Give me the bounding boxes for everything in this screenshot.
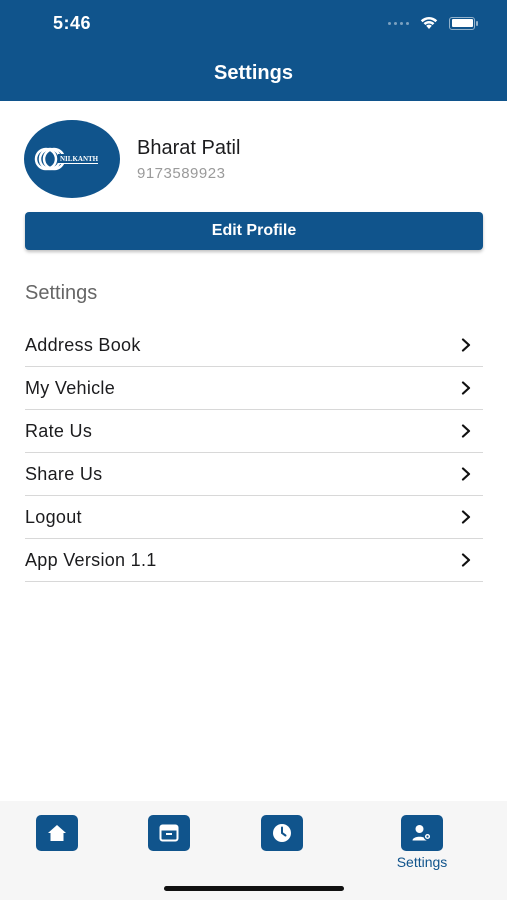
- tab-settings[interactable]: Settings: [397, 815, 447, 870]
- menu-item-label: Logout: [25, 506, 82, 527]
- clock-icon: [261, 815, 303, 851]
- menu-item-label: My Vehicle: [25, 377, 116, 398]
- menu-item-label: Address Book: [25, 334, 141, 355]
- chevron-right-icon: [459, 553, 473, 567]
- tab-settings-label: Settings: [396, 854, 448, 870]
- user-settings-icon: [401, 815, 443, 851]
- menu-item-label: Rate Us: [25, 420, 93, 441]
- menu-item-label: App Version 1.1: [25, 549, 157, 570]
- top-navigation-bar: 5:46 Settings: [0, 0, 507, 101]
- tab-orders[interactable]: [147, 815, 191, 851]
- battery-icon: [449, 16, 478, 30]
- menu-item-label: Share Us: [25, 463, 103, 484]
- chevron-right-icon: [459, 424, 473, 438]
- tab-history[interactable]: [260, 815, 304, 851]
- home-indicator: [164, 886, 344, 891]
- menu-item-share-us[interactable]: Share Us: [25, 453, 483, 496]
- wifi-icon: [420, 17, 438, 29]
- menu-item-address-book[interactable]: Address Book: [25, 324, 483, 367]
- profile-phone: 9173589923: [137, 165, 226, 182]
- edit-profile-button[interactable]: Edit Profile: [25, 212, 483, 250]
- chevron-right-icon: [459, 467, 473, 481]
- tab-home[interactable]: [35, 815, 79, 851]
- page-title: Settings: [214, 62, 293, 84]
- status-time: 5:46: [53, 13, 92, 33]
- settings-menu: Address Book My Vehicle Rate Us Share Us…: [25, 324, 483, 582]
- menu-item-rate-us[interactable]: Rate Us: [25, 410, 483, 453]
- chevron-right-icon: [459, 510, 473, 524]
- company-logo-icon: NILKANTH: [34, 147, 102, 171]
- profile-name: Bharat Patil: [137, 137, 241, 159]
- signal-icon: [388, 21, 409, 25]
- menu-item-my-vehicle[interactable]: My Vehicle: [25, 367, 483, 410]
- settings-section-heading: Settings: [25, 282, 98, 304]
- box-icon: [148, 815, 190, 851]
- status-icons: [388, 16, 478, 30]
- menu-item-logout[interactable]: Logout: [25, 496, 483, 539]
- menu-item-app-version[interactable]: App Version 1.1: [25, 539, 483, 582]
- chevron-right-icon: [459, 381, 473, 395]
- chevron-right-icon: [459, 338, 473, 352]
- home-icon: [36, 815, 78, 851]
- avatar: NILKANTH: [24, 120, 120, 198]
- logo-text: NILKANTH: [60, 155, 99, 163]
